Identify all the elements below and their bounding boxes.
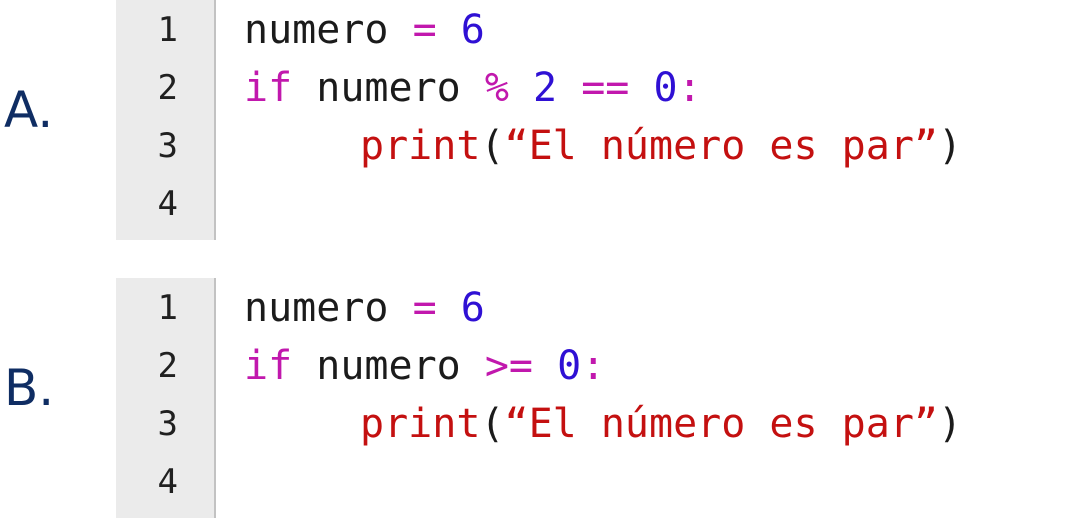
code-token-default: [437, 285, 461, 331]
code-token-builtin: print: [360, 401, 481, 447]
code-token-operator: :: [581, 343, 606, 389]
code-token-operator: :: [677, 65, 702, 111]
code-token-default: numero: [244, 285, 413, 331]
code-token-default: [533, 343, 557, 389]
line-number: 4: [157, 462, 178, 502]
code-token-default: (: [480, 123, 505, 169]
code-token-string: “El número es par”: [504, 401, 938, 447]
code-token-operator: =: [412, 7, 437, 53]
code-token-default: [437, 7, 461, 53]
option-b: B. 1 2 3 4 numero = 6 if numero >= 0: pr…: [0, 278, 1088, 518]
line-number: 4: [157, 184, 178, 224]
code-token-default: numero: [244, 7, 413, 53]
line-number: 1: [157, 288, 178, 328]
code-token-number: 6: [460, 285, 485, 331]
code-token-keyword: if: [244, 343, 293, 389]
code-line: if numero % 2 == 0:: [244, 66, 702, 110]
code-token-operator: >=: [484, 343, 533, 389]
code-token-default: ): [938, 123, 963, 169]
code-line: print(“El número es par”): [244, 124, 962, 168]
code-token-string: “El número es par”: [504, 123, 938, 169]
code-token-number: 0: [653, 65, 678, 111]
code-token-operator: =: [412, 285, 437, 331]
code-token-number: 2: [533, 65, 558, 111]
code-line: if numero >= 0:: [244, 344, 605, 388]
option-letter: A.: [4, 81, 54, 139]
code-token-default: [509, 65, 533, 111]
code-token-default: numero: [292, 343, 485, 389]
code-token-operator: ==: [581, 65, 630, 111]
code-token-default: [629, 65, 653, 111]
line-number-gutter: 1 2 3 4: [116, 0, 216, 240]
code-token-builtin: print: [360, 123, 481, 169]
code-token-default: numero: [292, 65, 485, 111]
line-number: 3: [157, 126, 178, 166]
line-number-gutter: 1 2 3 4: [116, 278, 216, 518]
code-line: numero = 6: [244, 8, 485, 52]
code-line: numero = 6: [244, 286, 485, 330]
code-token-number: 6: [460, 7, 485, 53]
option-a: A. 1 2 3 4 numero = 6 if numero % 2 == 0…: [0, 0, 1088, 240]
code-token-default: (: [480, 401, 505, 447]
line-number: 2: [157, 346, 178, 386]
code-token-operator: %: [484, 65, 509, 111]
code-token-number: 0: [557, 343, 582, 389]
code-token-keyword: if: [244, 65, 293, 111]
line-number: 2: [157, 68, 178, 108]
line-number: 1: [157, 10, 178, 50]
line-number: 3: [157, 404, 178, 444]
code-token-default: [557, 65, 581, 111]
option-letter: B.: [4, 359, 55, 417]
code-token-default: ): [938, 401, 963, 447]
code-line: print(“El número es par”): [244, 402, 962, 446]
